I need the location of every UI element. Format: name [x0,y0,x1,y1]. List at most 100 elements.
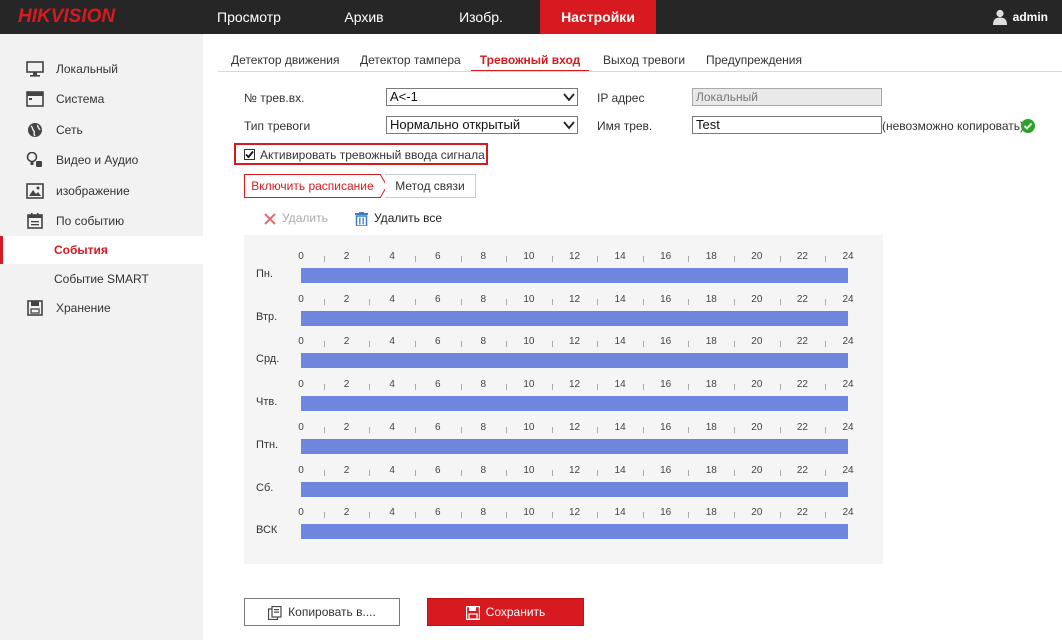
schedule-tick-mark [460,256,462,262]
alarm-type-label: Тип тревоги [244,119,311,133]
sidebar-item-label: Хранение [56,301,111,315]
check-ok-icon [1021,119,1035,133]
schedule-tick-mark [506,469,508,476]
delete-button[interactable]: Удалить [264,210,328,226]
sidebar-item-storage[interactable]: Хранение [0,294,203,322]
ip-address-value: Локальный [696,90,758,104]
schedule-tick-label: 16 [660,507,672,519]
schedule-tick-label: 2 [343,336,350,348]
schedule-tick-label: 16 [660,336,672,348]
schedule-tick-mark [779,426,781,433]
alarm-input-select[interactable]: A<-1 [386,88,578,106]
schedule-tick-label: 16 [660,421,672,433]
schedule-tick-label: 12 [568,293,581,305]
schedule-tick-label: 20 [751,464,763,476]
schedule-tick-mark [597,469,599,476]
schedule-tick-label: 22 [796,293,808,305]
schedule-tick-label: 4 [389,421,395,433]
schedule-tick-mark [825,469,827,476]
schedule-day-label: Чтв. [256,396,278,409]
schedule-tick-label: 2 [343,464,350,476]
schedule-tick-label: 4 [389,464,395,476]
schedule-bar[interactable] [301,396,848,412]
schedule-tick-mark [506,341,508,348]
sidebar-item-network[interactable]: Сеть [0,116,203,144]
schedule-tick-label: 18 [705,251,717,262]
schedule-bar[interactable] [301,310,848,326]
schedule-tick-mark [825,384,827,391]
schedule-tick-mark [642,298,644,305]
alarm-type-value: Нормально открытый [390,117,521,132]
schedule-tick-mark [779,341,781,348]
schedule-tick-mark [369,298,371,305]
schedule-tick-mark [597,426,599,433]
copy-note: (невозможно копировать) [882,119,1025,133]
user-menu[interactable]: admin [992,0,1048,34]
schedule-tick-label: 2 [343,421,350,433]
schedule-tick-mark [551,298,553,305]
schedule-tick-mark [414,469,416,476]
schedule-tick-mark [414,512,416,519]
schedule-tick-label: 20 [751,336,763,348]
nav-configuration[interactable]: Настройки [540,0,656,34]
tab-exception[interactable]: Предупреждения [706,48,802,72]
sidebar-item-event[interactable]: По событию [0,207,203,235]
sidebar-item-system[interactable]: Система [0,85,203,113]
tab-alarm-input[interactable]: Тревожный вход [471,48,589,72]
sidebar-item-basic-event[interactable]: События [0,236,203,264]
alarm-name-input[interactable]: Test [692,116,882,134]
tab-linkage-method[interactable]: Метод связи [385,174,476,198]
schedule-tick-label: 12 [568,379,581,391]
enable-alarm-checkbox[interactable] [244,149,255,160]
nav-picture[interactable]: Изобр. [435,0,527,34]
schedule-day-label: Птн. [256,438,279,451]
schedule-tick-label: 0 [298,464,304,476]
sidebar-item-local[interactable]: Локальный [0,55,203,83]
schedule-tick-mark [323,298,325,305]
nav-playback[interactable]: Архив [318,0,410,34]
schedule-tick-label: 14 [614,507,626,519]
schedule-tick-mark [825,256,827,262]
schedule-bar[interactable] [301,481,848,497]
alarm-input-label: № трев.вх. [244,91,305,105]
schedule-tick-label: 10 [523,293,535,305]
delete-all-button[interactable]: Удалить все [355,210,442,226]
sidebar-item-smart-event[interactable]: Событие SMART [0,265,203,293]
video-audio-icon [26,152,42,167]
schedule-tick-mark [779,512,781,519]
alarm-name-label: Имя трев. [597,119,653,133]
schedule-tick-mark [688,512,690,519]
nav-live-view[interactable]: Просмотр [203,0,295,34]
schedule-tick-mark [779,256,781,262]
schedule-bar[interactable] [301,524,848,540]
schedule-tick-mark [506,384,508,391]
schedule-bar[interactable] [301,268,848,283]
alarm-type-select[interactable]: Нормально открытый [386,116,578,134]
checkmark-icon [245,150,254,159]
schedule-bar[interactable] [301,353,848,369]
tab-alarm-output[interactable]: Выход тревоги [603,48,685,72]
schedule-tick-label: 24 [842,464,854,476]
schedule-tick-label: 14 [614,421,626,433]
schedule-tick-mark [460,426,462,433]
save-button[interactable]: Сохранить [427,598,584,626]
schedule-tick-label: 6 [434,251,441,262]
schedule-tick-label: 2 [343,507,350,519]
sidebar-item-video-audio[interactable]: Видео и Аудио [0,146,203,174]
schedule-tick-mark [323,426,325,433]
tab-arming-schedule[interactable]: Включить расписание [244,174,381,198]
sidebar: Локальный Система Сеть Видео и Аудио изо… [0,34,203,640]
tab-motion-detection[interactable]: Детектор движения [231,48,339,72]
schedule-tick-mark [688,426,690,433]
sidebar-item-image[interactable]: изображение [0,177,203,205]
copy-to-button[interactable]: Копировать в.... [244,598,400,626]
tab-tamper-detection[interactable]: Детектор тампера [360,48,461,72]
delete-label: Удалить [282,211,328,225]
schedule-tick-mark [369,426,371,433]
schedule-tick-label: 16 [660,251,672,262]
schedule-tick-mark [369,256,371,262]
schedule-tick-mark [460,341,462,348]
schedule-tick-label: 10 [523,251,535,262]
globe-icon [28,123,42,137]
schedule-bar[interactable] [301,438,848,454]
